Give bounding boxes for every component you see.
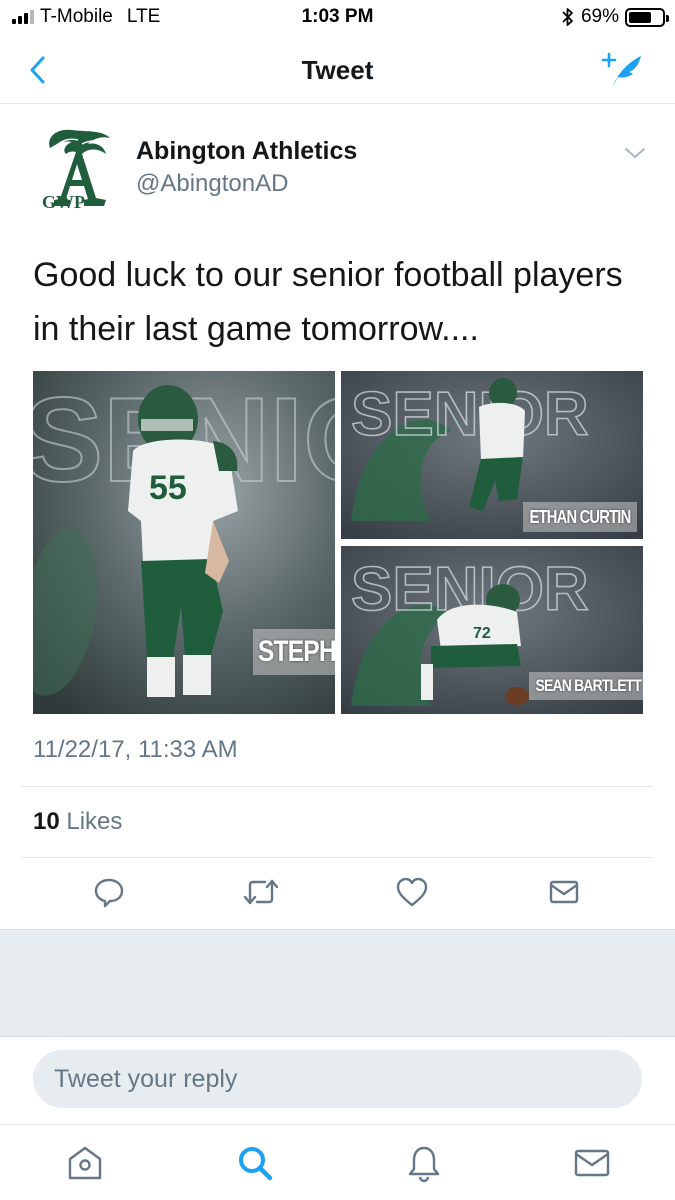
battery-icon (625, 7, 669, 27)
likes-number: 10 (33, 808, 60, 835)
bell-icon (408, 1146, 440, 1183)
share-button[interactable] (544, 872, 584, 912)
tweet-text: Good luck to our senior football players… (33, 256, 623, 348)
jersey-number: 55 (149, 469, 187, 507)
player-name-plate: SEAN BARTLETT (529, 672, 643, 700)
divider (22, 786, 653, 787)
avatar[interactable]: GWP (36, 124, 120, 212)
player-name-plate: ETHAN CURTIN (523, 502, 637, 532)
compose-tweet-icon (601, 52, 641, 86)
heart-icon (396, 877, 428, 907)
tab-notifications[interactable] (402, 1141, 446, 1185)
tweet-photo-1[interactable]: SENIOR 55 STEPH (33, 371, 335, 714)
author-handle[interactable]: @AbingtonAD (136, 170, 288, 198)
likes-label: Likes (66, 808, 123, 835)
envelope-icon (549, 880, 579, 904)
reply-icon (94, 878, 124, 908)
tweet-options-button[interactable] (623, 144, 647, 162)
tweet-photo-3[interactable]: SENIOR 72 SEAN BARTLETT (341, 546, 643, 714)
author-name[interactable]: Abington Athletics (136, 137, 357, 166)
team-logo: GWP (42, 129, 110, 212)
battery-percent: 69% (580, 6, 619, 27)
reply-input[interactable] (33, 1050, 642, 1108)
tab-search[interactable] (233, 1141, 277, 1185)
like-button[interactable] (392, 872, 432, 912)
likes-count[interactable]: 10 Likes (33, 808, 122, 836)
banner-text: SENIOR (351, 380, 589, 449)
search-icon (239, 1147, 273, 1181)
navigation-bar: Tweet (0, 36, 675, 104)
retweet-button[interactable] (241, 872, 281, 912)
bluetooth-icon (562, 8, 573, 26)
tab-home[interactable] (63, 1141, 107, 1185)
section-separator (0, 929, 675, 1037)
chevron-down-icon (625, 148, 645, 158)
status-right: 69% (561, 6, 669, 28)
battery-level-fill (629, 11, 652, 23)
tweet-actions (0, 872, 675, 916)
tweet-media-grid: SENIOR 55 STEPH SENIOR (33, 371, 643, 714)
tweet-photo-2[interactable]: SENIOR ETHAN CURTIN (341, 371, 643, 539)
tab-bar (0, 1124, 675, 1200)
divider (22, 857, 653, 858)
envelope-icon (574, 1149, 610, 1177)
home-icon (68, 1146, 102, 1180)
reply-button[interactable] (89, 872, 129, 912)
status-bar: T-Mobile LTE 1:03 PM 69% (0, 0, 675, 36)
tab-messages[interactable] (570, 1141, 614, 1185)
avatar-text: GWP (42, 192, 85, 212)
compose-tweet-button[interactable] (601, 50, 645, 90)
player-name-plate: STEPH (253, 629, 335, 675)
tweet-timestamp: 11/22/17, 11:33 AM (33, 736, 238, 763)
jersey-number: 72 (473, 625, 491, 642)
retweet-icon (243, 879, 279, 905)
page-title: Tweet (301, 55, 374, 85)
